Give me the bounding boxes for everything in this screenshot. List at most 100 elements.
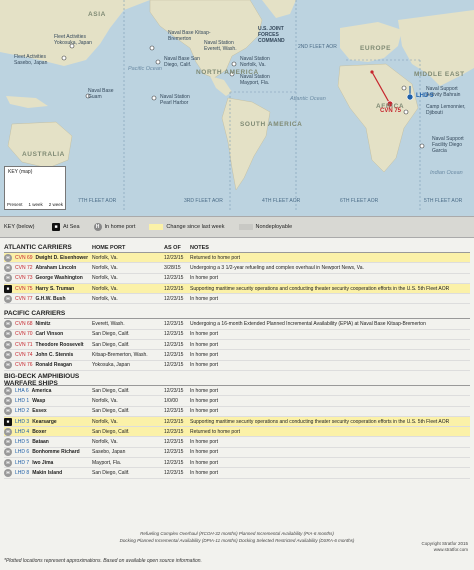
ship-name: Essex bbox=[32, 408, 47, 415]
ship-name: America bbox=[31, 387, 52, 394]
home-port: San Diego, Calif. bbox=[92, 341, 130, 348]
key-at-sea: ■ At Sea bbox=[52, 223, 80, 231]
label-yokosuka: Fleet Activities Yokosuka, Japan bbox=[54, 34, 92, 46]
header-col_notes: NOTES bbox=[190, 244, 209, 251]
home-port-icon: H bbox=[4, 253, 12, 262]
header-title: PACIFIC CARRIERS bbox=[4, 310, 66, 318]
label-djibouti: Camp Lemonnier, Djibouti bbox=[426, 104, 466, 116]
home-port-icon: H bbox=[4, 458, 12, 467]
status-notes: In home port bbox=[190, 331, 219, 338]
central-america-land bbox=[210, 76, 232, 96]
home-port-icon: H bbox=[4, 320, 12, 329]
as-of-date: 12/23/15 bbox=[164, 408, 184, 415]
label-south-america: SOUTH AMERICA bbox=[240, 121, 303, 128]
as-of-date: 12/23/15 bbox=[164, 352, 184, 359]
key-nondeploy-text: Nondeployable bbox=[255, 224, 293, 230]
ship-name: Bataan bbox=[32, 439, 49, 446]
section-1: PACIFIC CARRIERS H CVN 68 Nimitz Everett, Wa… bbox=[0, 309, 474, 371]
home-port: Mayport, Fla. bbox=[92, 459, 122, 466]
table-row: ■ LHD 3 Kearsarge Norfolk, Va. 12/23/15 Suppo… bbox=[4, 416, 470, 428]
header-title: BIG-DECK AMPHIBIOUS WARFARE SHIPS bbox=[4, 373, 80, 388]
ship-name: George Washington bbox=[35, 275, 83, 282]
maintenance-notes: Refueling Complex Overhaul (RCOH-32 mont… bbox=[0, 530, 474, 544]
label-4th-fleet: 4TH FLEET AOR bbox=[262, 198, 301, 204]
ship-name: Nimitz bbox=[35, 321, 51, 328]
label-mayport: Naval Station Mayport, Fla. bbox=[240, 74, 270, 86]
status-notes: In home port bbox=[190, 295, 219, 302]
label-guam: Naval Base Guam bbox=[88, 88, 114, 100]
table-row: H CVN 71 Theodore Roosevelt San Diego, Cali… bbox=[4, 340, 470, 351]
as-of-date: 12/23/15 bbox=[164, 418, 184, 425]
ship-name: Carl Vinson bbox=[35, 331, 64, 338]
australia-land bbox=[7, 121, 73, 169]
label-atlantic: Atlantic Ocean bbox=[290, 96, 326, 102]
home-port-icon: H bbox=[4, 438, 12, 447]
ship-name: Ronald Reagan bbox=[35, 362, 72, 369]
table-row: H LHD 5 Bataan Norfolk, Va. 12/23/15 In home … bbox=[4, 437, 470, 448]
ship-name: John C. Stennis bbox=[35, 352, 74, 359]
home-port: San Diego, Calif. bbox=[92, 428, 130, 435]
ship-name: Abraham Lincoln bbox=[35, 264, 77, 271]
hull-number: LHD 1 bbox=[15, 397, 30, 404]
notes-line-1: Refueling Complex Overhaul (RCOH-32 mont… bbox=[140, 531, 334, 536]
hull-number: CVN 69 bbox=[15, 254, 33, 261]
home-port-icon: H bbox=[4, 448, 12, 457]
notes-line-2: Docking Planned Incremental Availability… bbox=[119, 538, 355, 543]
ship-name: Theodore Roosevelt bbox=[35, 341, 84, 348]
fleet-table: ATLANTIC CARRIERS HOME PORT AS OF NOTES H CVN… bbox=[0, 238, 474, 479]
table-row: H LHA 6 America San Diego, Calif. 12/23/15 In… bbox=[4, 386, 470, 397]
label-pearl-harbor: Naval Station Pearl Harbor bbox=[160, 94, 190, 106]
ship-name: Harry S. Truman bbox=[35, 285, 75, 292]
home-port-icon: H bbox=[4, 427, 12, 436]
map-ship-lhd5: LHD 5 bbox=[416, 93, 434, 99]
table-row: H LHD 8 Makin Island San Diego, Calif. 12/23… bbox=[4, 468, 470, 479]
ship-name: Boxer bbox=[32, 428, 47, 435]
label-pacific: Pacific Ocean bbox=[128, 66, 162, 72]
header-col_home: HOME PORT bbox=[92, 244, 126, 251]
as-of-date: 12/23/15 bbox=[164, 439, 184, 446]
home-port-icon: H bbox=[4, 351, 12, 360]
home-port: Everett, Wash. bbox=[92, 321, 125, 328]
home-port: Sasebo, Japan bbox=[92, 449, 126, 456]
table-row: H CVN 73 George Washington Norfolk, Va. 12/2… bbox=[4, 274, 470, 284]
as-of-date: 12/23/15 bbox=[164, 331, 184, 338]
as-of-date: 12/23/15 bbox=[164, 449, 184, 456]
hull-number: LHD 5 bbox=[15, 439, 30, 446]
as-of-date: 12/23/15 bbox=[164, 254, 184, 261]
status-notes: Returned to home port bbox=[190, 428, 241, 435]
as-of-date: 12/23/15 bbox=[164, 341, 184, 348]
section-header: ATLANTIC CARRIERS HOME PORT AS OF NOTES bbox=[4, 243, 470, 253]
hull-number: LHD 2 bbox=[15, 408, 30, 415]
status-notes: In home port bbox=[190, 397, 219, 404]
home-port: Norfolk, Va. bbox=[92, 397, 118, 404]
label-indian: Indian Ocean bbox=[430, 170, 463, 176]
table-row: H LHD 2 Essex San Diego, Calif. 12/23/15 In h… bbox=[4, 407, 470, 417]
copyright: Copyright Stratfor 2015 www.stratfor.com bbox=[421, 541, 468, 553]
as-of-date: 12/23/15 bbox=[164, 387, 184, 394]
table-row: H LHD 7 Iwo Jima Mayport, Fla. 12/23/15 In ho… bbox=[4, 458, 470, 469]
ship-name: Bonhomme Richard bbox=[32, 449, 80, 456]
home-port-icon: H bbox=[4, 386, 12, 395]
as-of-date: 12/23/15 bbox=[164, 285, 184, 292]
home-port: San Diego, Calif. bbox=[92, 408, 130, 415]
map-key-two-week: 2 week bbox=[48, 202, 63, 207]
hull-number: CVN 75 bbox=[15, 285, 33, 292]
home-port-icon: H bbox=[4, 330, 12, 339]
hull-number: LHD 6 bbox=[15, 449, 30, 456]
map-key-title: KEY (map) bbox=[8, 169, 33, 175]
label-sasebo: Fleet Activities Sasebo, Japan bbox=[14, 54, 48, 66]
section-0: ATLANTIC CARRIERS HOME PORT AS OF NOTES H CVN… bbox=[0, 243, 474, 305]
hull-number: CVN 70 bbox=[15, 331, 33, 338]
home-port-icon: H bbox=[4, 274, 12, 283]
label-joint-forces: U.S. JOINT FORCES COMMAND bbox=[258, 26, 285, 44]
home-port-icon: H bbox=[4, 396, 12, 405]
footer-note: *Plotted locations represent approximati… bbox=[4, 558, 202, 564]
hull-number: CVN 77 bbox=[15, 295, 33, 302]
key-home-port-text: In home port bbox=[104, 224, 136, 230]
map-key-present: Present bbox=[7, 202, 23, 207]
label-australia: AUSTRALIA bbox=[22, 151, 65, 158]
label-norfolk: Naval Station Norfolk, Va. bbox=[240, 56, 270, 68]
status-notes: In home port bbox=[190, 449, 219, 456]
section-header: BIG-DECK AMPHIBIOUS WARFARE SHIPS bbox=[4, 373, 470, 388]
as-of-date: 12/23/15 bbox=[164, 428, 184, 435]
